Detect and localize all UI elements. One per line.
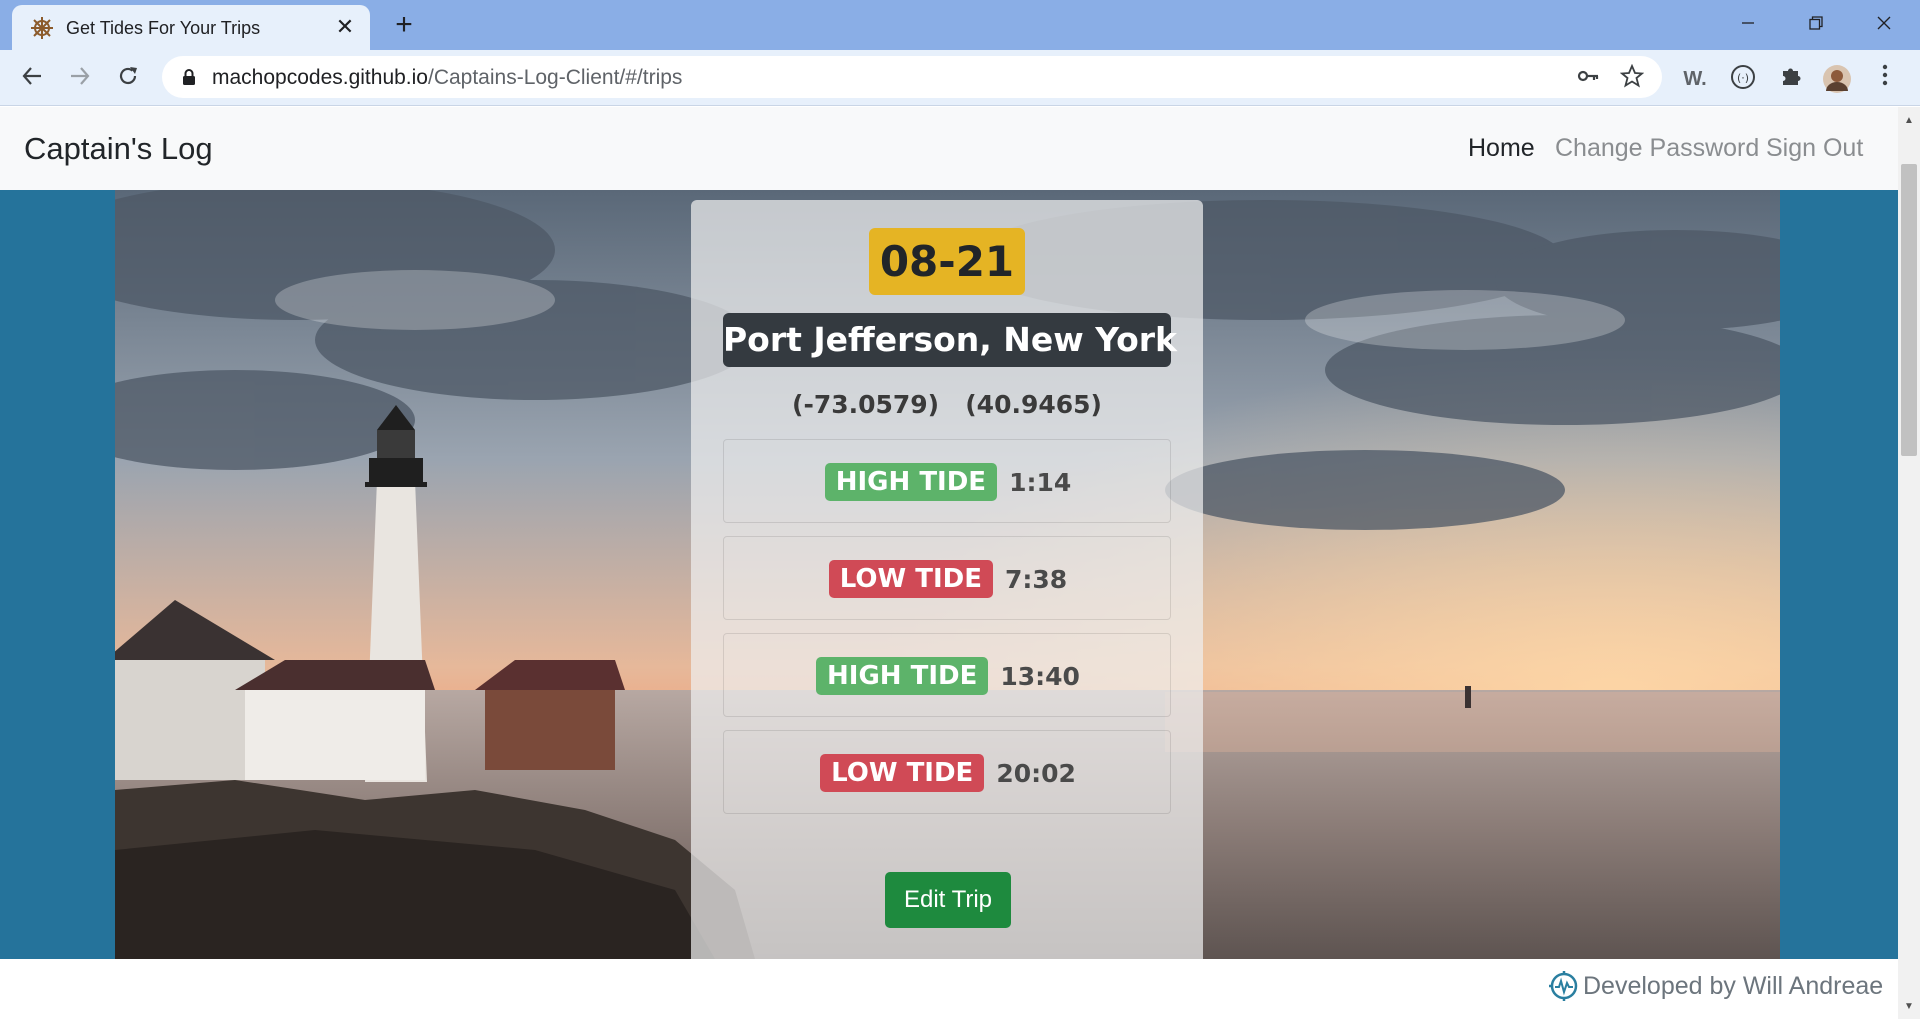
tide-type-badge: HIGH TIDE <box>816 657 989 695</box>
reload-icon[interactable] <box>110 61 146 97</box>
scroll-thumb[interactable] <box>1901 164 1917 456</box>
edit-trip-button[interactable]: Edit Trip <box>885 872 1011 928</box>
longitude: (-73.0579) <box>792 390 940 419</box>
browser-toolbar: machopcodes.github.io/Captains-Log-Clien… <box>0 50 1920 106</box>
hero-section: 08-21 Port Jefferson, New York (-73.0579… <box>0 190 1898 959</box>
url-path: /Captains-Log-Client/#/trips <box>427 66 683 89</box>
extension-w-icon[interactable]: W. <box>1680 64 1710 94</box>
new-tab-button[interactable]: + <box>388 10 420 42</box>
scroll-down-arrow-icon[interactable]: ▼ <box>1898 997 1920 1017</box>
nav-link-change-password[interactable]: Change Password <box>1555 134 1759 163</box>
tide-time: 1:14 <box>1009 467 1072 497</box>
ship-wheel-icon <box>31 17 53 39</box>
page-scrollbar[interactable]: ▲ ▼ <box>1898 107 1920 1019</box>
footer-credit: Developed by Will Andreae <box>1583 972 1884 1000</box>
nav-link-home[interactable]: Home <box>1468 134 1535 163</box>
browser-tab-strip: Get Tides For Your Trips ✕ + <box>0 0 1920 50</box>
nav-link-sign-out[interactable]: Sign Out <box>1766 134 1863 163</box>
tide-row: HIGH TIDE 1:14 <box>723 439 1171 523</box>
svg-text:(·): (·) <box>1737 72 1749 85</box>
scroll-up-arrow-icon[interactable]: ▲ <box>1898 111 1920 131</box>
tide-row: HIGH TIDE 13:40 <box>723 633 1171 717</box>
trip-coordinates: (-73.0579) (40.9465) <box>691 390 1203 419</box>
lock-icon <box>183 69 195 85</box>
footer: Developed by Will Andreae <box>0 959 1898 1019</box>
tide-row: LOW TIDE 7:38 <box>723 536 1171 620</box>
tide-time: 7:38 <box>1005 564 1068 594</box>
trip-location-badge: Port Jefferson, New York <box>723 313 1177 367</box>
minimize-icon[interactable] <box>1728 8 1768 40</box>
bookmark-star-icon[interactable] <box>1618 63 1646 92</box>
tide-type-badge: HIGH TIDE <box>824 463 998 501</box>
trip-date-badge: 08-21 <box>869 228 1025 295</box>
tide-type-badge: LOW TIDE <box>820 754 985 792</box>
back-arrow-icon[interactable] <box>14 61 50 97</box>
tide-time: 20:02 <box>996 758 1076 788</box>
tide-time: 13:40 <box>1000 661 1080 691</box>
trip-card: 08-21 Port Jefferson, New York (-73.0579… <box>691 200 1203 959</box>
browser-menu-icon[interactable] <box>1870 64 1900 94</box>
url-text[interactable]: machopcodes.github.io/Captains-Log-Clien… <box>212 66 682 90</box>
url-host: machopcodes.github.io <box>212 66 428 89</box>
key-icon[interactable] <box>1574 64 1602 92</box>
address-bar[interactable]: machopcodes.github.io/Captains-Log-Clien… <box>162 56 1662 98</box>
forward-arrow-icon[interactable] <box>62 61 98 97</box>
brand-link[interactable]: Captain's Log <box>24 131 213 167</box>
extensions-puzzle-icon[interactable] <box>1776 64 1806 94</box>
latitude: (40.9465) <box>965 390 1102 419</box>
tab-title: Get Tides For Your Trips <box>66 18 261 38</box>
close-tab-icon[interactable]: ✕ <box>332 14 358 40</box>
extension-code-icon[interactable]: (·) <box>1728 64 1758 94</box>
profile-avatar-icon[interactable] <box>1822 64 1852 94</box>
tide-type-badge: LOW TIDE <box>828 560 994 598</box>
developer-logo-icon <box>1549 971 1578 1001</box>
restore-icon[interactable] <box>1796 8 1836 40</box>
tide-row: LOW TIDE 20:02 <box>723 730 1171 814</box>
close-window-icon[interactable] <box>1864 8 1904 40</box>
navbar: Captain's Log Home Change Password Sign … <box>0 107 1898 190</box>
browser-tab[interactable]: Get Tides For Your Trips ✕ <box>12 5 370 50</box>
page: Captain's Log Home Change Password Sign … <box>0 107 1898 1019</box>
